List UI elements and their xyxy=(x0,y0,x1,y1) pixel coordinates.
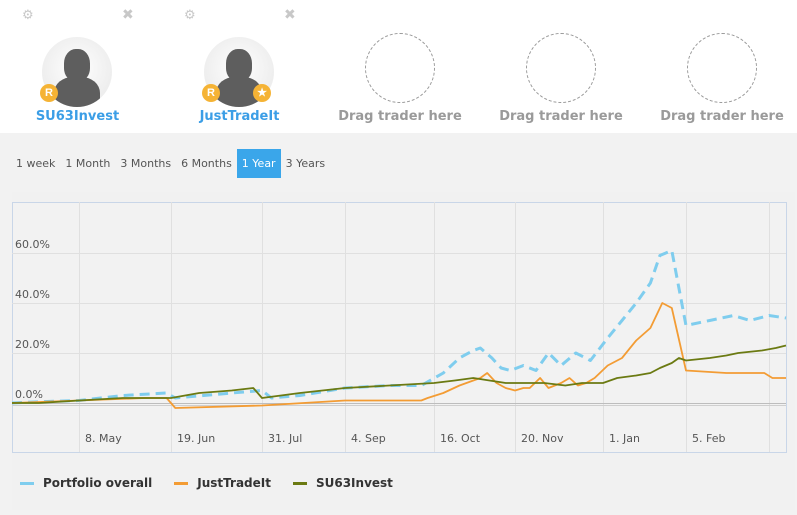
gear-icon[interactable]: ⚙ xyxy=(22,9,34,22)
time-range-selector: 1 week 1 Month 3 Months 6 Months 1 Year … xyxy=(11,149,330,178)
range-6-months[interactable]: 6 Months xyxy=(176,149,237,178)
star-badge-icon: ★ xyxy=(253,84,271,102)
range-3-years[interactable]: 3 Years xyxy=(281,149,331,178)
close-icon[interactable]: ✖ xyxy=(122,8,134,22)
drop-zone-circle[interactable] xyxy=(526,33,596,103)
legend-label: JustTradeIt xyxy=(197,476,271,490)
trader-name-link[interactable]: SU63Invest xyxy=(0,109,155,124)
drop-zone-circle[interactable] xyxy=(687,33,757,103)
x-tick-label: 8. May xyxy=(85,432,122,445)
drag-trader-label: Drag trader here xyxy=(338,109,462,124)
y-tick-label: 0.0% xyxy=(15,388,43,401)
performance-chart-svg: 0.0% 20.0% 40.0% 60.0% 8. May 19. Jun 31… xyxy=(11,202,787,453)
range-1-month[interactable]: 1 Month xyxy=(60,149,115,178)
legend-item-justtradeit[interactable]: JustTradeIt xyxy=(174,476,271,490)
x-tick-label: 20. Nov xyxy=(521,432,564,445)
y-tick-label: 20.0% xyxy=(15,338,50,351)
close-icon[interactable]: ✖ xyxy=(284,8,296,22)
legend-item-portfolio-overall[interactable]: Portfolio overall xyxy=(20,476,152,490)
y-tick-label: 60.0% xyxy=(15,238,50,251)
x-tick-label: 4. Sep xyxy=(351,432,386,445)
empty-trader-slot[interactable]: Drag trader here xyxy=(491,0,631,133)
legend-swatch-icon xyxy=(292,481,307,485)
trader-name-link[interactable]: JustTradeIt xyxy=(162,109,317,124)
x-tick-label: 31. Jul xyxy=(268,432,302,445)
y-tick-label: 40.0% xyxy=(15,288,50,301)
x-tick-label: 1. Jan xyxy=(609,432,640,445)
r-badge-icon: R xyxy=(202,84,220,102)
legend-item-su63invest[interactable]: SU63Invest xyxy=(292,476,393,490)
range-1-year[interactable]: 1 Year xyxy=(236,149,281,178)
trader-slot-su63invest[interactable]: ⚙ ✖ R SU63Invest xyxy=(0,0,140,133)
x-tick-label: 19. Jun xyxy=(177,432,215,445)
r-badge-icon: R xyxy=(40,84,58,102)
x-tick-label: 5. Feb xyxy=(692,432,725,445)
chart-grid xyxy=(12,202,787,453)
drag-trader-label: Drag trader here xyxy=(499,109,623,124)
legend-label: SU63Invest xyxy=(315,476,393,490)
trader-selection-bar: ⚙ ✖ R SU63Invest ⚙ ✖ R ★ JustTradeIt Dra… xyxy=(0,0,797,133)
empty-trader-slot[interactable]: Drag trader here xyxy=(652,0,792,133)
chart-legend: Portfolio overall JustTradeIt SU63Invest xyxy=(20,476,415,490)
trader-slot-justtradeit[interactable]: ⚙ ✖ R ★ JustTradeIt xyxy=(162,0,302,133)
legend-label: Portfolio overall xyxy=(43,476,153,490)
gear-icon[interactable]: ⚙ xyxy=(184,9,196,22)
drag-trader-label: Drag trader here xyxy=(660,109,784,124)
x-tick-label: 16. Oct xyxy=(440,432,481,445)
empty-trader-slot[interactable]: Drag trader here xyxy=(330,0,470,133)
range-1-week[interactable]: 1 week xyxy=(11,149,60,178)
avatar-body-silhouette xyxy=(54,77,100,107)
drop-zone-circle[interactable] xyxy=(365,33,435,103)
legend-swatch-icon xyxy=(174,481,189,485)
performance-chart: 0.0% 20.0% 40.0% 60.0% 8. May 19. Jun 31… xyxy=(11,192,795,510)
range-3-months[interactable]: 3 Months xyxy=(115,149,176,178)
plot-frame xyxy=(12,202,787,453)
legend-swatch-icon xyxy=(20,481,34,485)
